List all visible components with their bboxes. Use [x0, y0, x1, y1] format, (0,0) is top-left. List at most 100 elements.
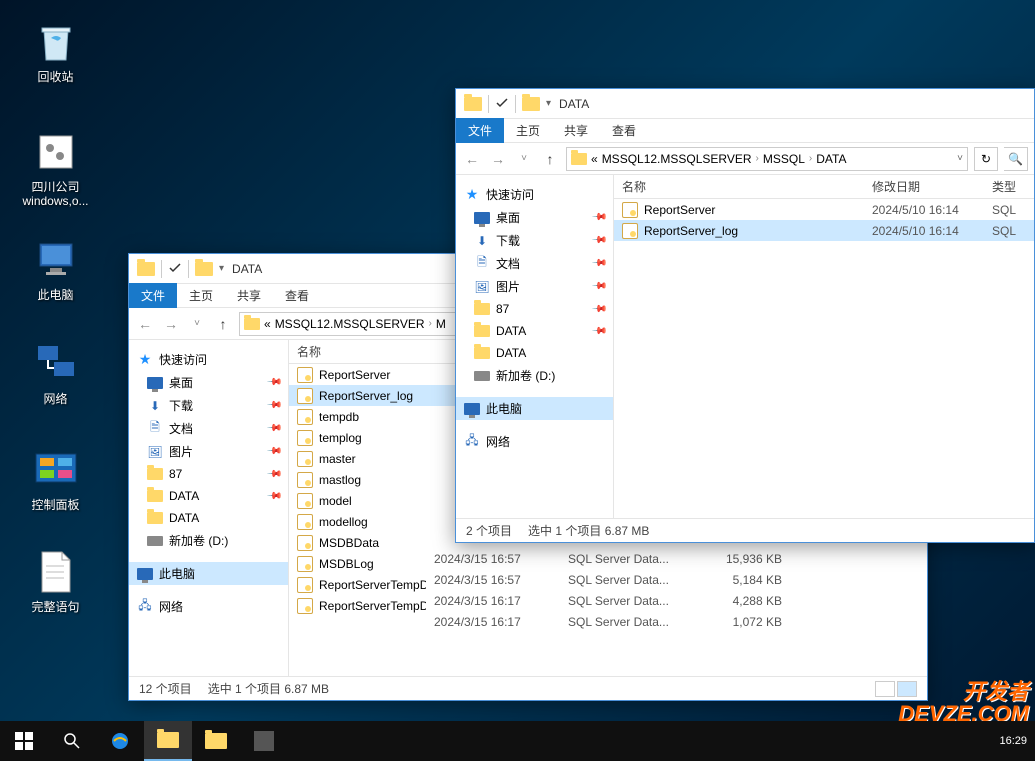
pc-icon — [464, 403, 480, 415]
column-headers[interactable]: 名称 修改日期 类型 — [614, 175, 1034, 199]
tab-file[interactable]: 文件 — [129, 283, 177, 308]
up-button[interactable]: ↑ — [540, 149, 560, 169]
database-file-icon — [297, 388, 313, 404]
folder-icon — [522, 97, 540, 111]
tab-file[interactable]: 文件 — [456, 118, 504, 143]
tab-view[interactable]: 查看 — [273, 283, 321, 308]
forward-button[interactable]: → — [161, 314, 181, 334]
batch-file-icon[interactable]: 四川公司 windows,o... — [18, 128, 93, 208]
nav-downloads[interactable]: ⬇下载📌 — [456, 229, 613, 252]
nav-drive[interactable]: 新加卷 (D:) — [456, 364, 613, 387]
nav-pictures[interactable]: 🖼图片📌 — [129, 440, 288, 463]
app-taskbar-icon[interactable] — [240, 721, 288, 761]
system-tray[interactable]: 16:29 — [999, 735, 1035, 747]
file-name: master — [319, 452, 356, 466]
file-row[interactable]: ReportServer2024/5/10 16:14SQL — [614, 199, 1034, 220]
pin-icon: 📌 — [265, 397, 282, 414]
control-panel-icon[interactable]: 控制面板 — [18, 446, 93, 512]
col-name[interactable]: 名称 — [614, 178, 864, 195]
nav-desktop[interactable]: 桌面📌 — [129, 371, 288, 394]
nav-quick-access[interactable]: ★快速访问 — [129, 348, 288, 371]
file-row[interactable]: 2024/3/15 16:57SQL Server Data...5,184 K… — [426, 569, 926, 590]
navigation-pane[interactable]: ★快速访问 桌面📌 ⬇下载📌 🗎文档📌 🖼图片📌 87📌 DATA📌 DATA … — [456, 175, 614, 518]
nav-folder-87[interactable]: 87📌 — [456, 298, 613, 320]
tab-share[interactable]: 共享 — [552, 118, 600, 143]
path-dropdown-icon[interactable]: ˅ — [957, 153, 963, 164]
search-button[interactable]: 🔍 — [1004, 147, 1028, 171]
nav-folder-data[interactable]: DATA📌 — [456, 320, 613, 342]
dropdown-icon[interactable]: ▾ — [546, 98, 551, 109]
explorer-window-2[interactable]: ▾ DATA 文件 主页 共享 查看 ← → ˅ ↑ « MSSQL12.MSS… — [455, 88, 1035, 543]
file-date: 2024/3/15 16:17 — [426, 615, 560, 629]
back-button[interactable]: ← — [135, 314, 155, 334]
nav-documents[interactable]: 🗎文档📌 — [129, 417, 288, 440]
file-row[interactable]: 2024/3/15 16:17SQL Server Data...4,288 K… — [426, 590, 926, 611]
nav-desktop[interactable]: 桌面📌 — [456, 206, 613, 229]
titlebar[interactable]: ▾ DATA — [456, 89, 1034, 119]
start-button[interactable] — [0, 721, 48, 761]
navigation-pane[interactable]: ★快速访问 桌面📌 ⬇下载📌 🗎文档📌 🖼图片📌 87📌 DATA📌 DATA … — [129, 340, 289, 676]
checkmark-dropdown-icon[interactable] — [495, 97, 509, 111]
file-size: 15,936 KB — [690, 552, 790, 566]
nav-pictures[interactable]: 🖼图片📌 — [456, 275, 613, 298]
explorer-taskbar-icon[interactable] — [144, 721, 192, 761]
file-type: SQL Server Data... — [560, 594, 690, 608]
nav-this-pc[interactable]: 此电脑 — [129, 562, 288, 585]
recent-dropdown[interactable]: ˅ — [187, 314, 207, 334]
file-list[interactable]: ReportServer2024/5/10 16:14SQLReportServ… — [614, 199, 1034, 518]
search-button[interactable] — [48, 721, 96, 761]
tab-share[interactable]: 共享 — [225, 283, 273, 308]
pin-icon: 📌 — [590, 209, 607, 226]
explorer-taskbar-icon[interactable] — [192, 721, 240, 761]
this-pc-icon[interactable]: 此电脑 — [18, 236, 93, 302]
refresh-button[interactable]: ↻ — [974, 147, 998, 171]
text-file-icon[interactable]: 完整语句 — [18, 548, 93, 614]
nav-folder-data[interactable]: DATA — [456, 342, 613, 364]
file-name: modellog — [319, 515, 368, 529]
up-button[interactable]: ↑ — [213, 314, 233, 334]
nav-folder-data[interactable]: DATA — [129, 507, 288, 529]
pin-icon: 📌 — [265, 443, 282, 460]
network-icon: 🖧 — [464, 434, 480, 450]
nav-quick-access[interactable]: ★快速访问 — [456, 183, 613, 206]
pin-icon: 📌 — [265, 466, 282, 483]
folder-icon — [147, 512, 163, 524]
view-details-button[interactable] — [875, 681, 895, 697]
forward-button[interactable]: → — [488, 149, 508, 169]
nav-folder-87[interactable]: 87📌 — [129, 463, 288, 485]
nav-documents[interactable]: 🗎文档📌 — [456, 252, 613, 275]
network-icon[interactable]: 网络 — [18, 340, 93, 406]
ie-taskbar-icon[interactable] — [96, 721, 144, 761]
file-row[interactable]: 2024/3/15 16:17SQL Server Data...1,072 K… — [426, 611, 926, 632]
file-name: ReportServer — [644, 203, 715, 217]
col-type[interactable]: 类型 — [984, 178, 1034, 195]
clock[interactable]: 16:29 — [999, 735, 1027, 747]
star-icon: ★ — [137, 352, 153, 368]
col-date[interactable]: 修改日期 — [864, 178, 984, 195]
ribbon-tabs: 文件 主页 共享 查看 — [456, 119, 1034, 143]
dropdown-icon[interactable]: ▾ — [219, 263, 224, 274]
pin-icon: 📌 — [590, 323, 607, 340]
selection-info: 选中 1 个项目 6.87 MB — [208, 680, 329, 697]
database-file-icon — [297, 598, 313, 614]
nav-downloads[interactable]: ⬇下载📌 — [129, 394, 288, 417]
back-button[interactable]: ← — [462, 149, 482, 169]
nav-network[interactable]: 🖧网络 — [129, 595, 288, 618]
checkmark-dropdown-icon[interactable] — [168, 262, 182, 276]
nav-network[interactable]: 🖧网络 — [456, 430, 613, 453]
nav-this-pc[interactable]: 此电脑 — [456, 397, 613, 420]
taskbar[interactable]: 16:29 — [0, 721, 1035, 761]
download-icon: ⬇ — [147, 398, 163, 414]
file-row[interactable]: ReportServer_log2024/5/10 16:14SQL — [614, 220, 1034, 241]
recycle-bin-icon[interactable]: 回收站 — [18, 18, 93, 84]
tab-view[interactable]: 查看 — [600, 118, 648, 143]
nav-drive[interactable]: 新加卷 (D:) — [129, 529, 288, 552]
file-row[interactable]: 2024/3/15 16:57SQL Server Data...15,936 … — [426, 548, 926, 569]
breadcrumb[interactable]: « MSSQL12.MSSQLSERVER › MSSQL › DATA ˅ — [566, 147, 968, 171]
nav-folder-data[interactable]: DATA📌 — [129, 485, 288, 507]
tab-home[interactable]: 主页 — [504, 118, 552, 143]
database-file-icon — [297, 556, 313, 572]
tab-home[interactable]: 主页 — [177, 283, 225, 308]
file-name: MSDBData — [319, 536, 379, 550]
recent-dropdown[interactable]: ˅ — [514, 149, 534, 169]
